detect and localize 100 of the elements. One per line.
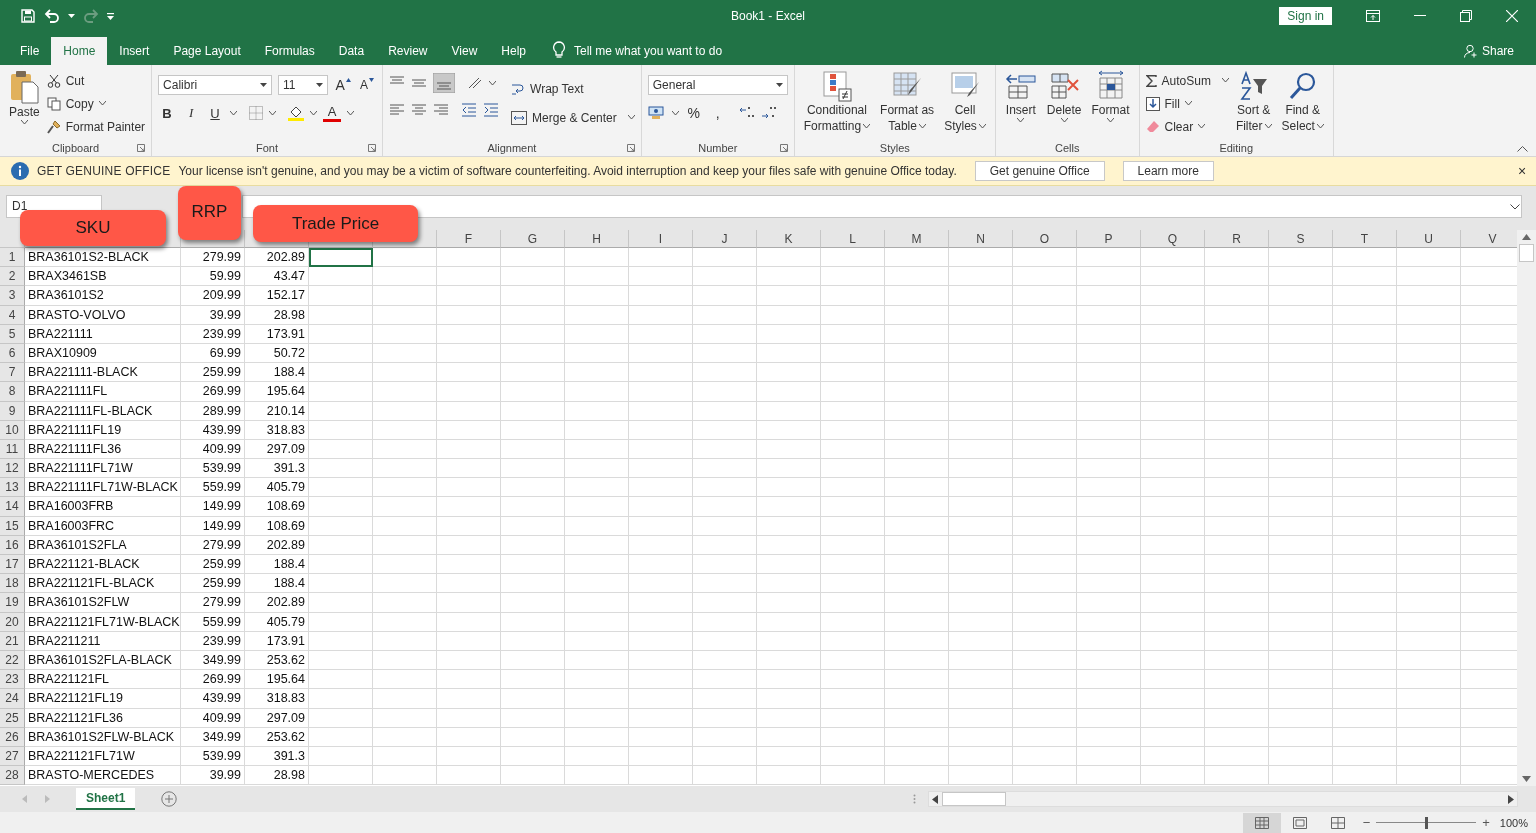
close-icon[interactable] — [1506, 10, 1518, 22]
italic-button[interactable]: I — [182, 103, 201, 123]
column-header[interactable]: I — [629, 230, 693, 248]
row-header[interactable]: 24 — [0, 689, 25, 709]
cells-button[interactable]: Insert — [1001, 69, 1040, 124]
undo-icon[interactable] — [44, 8, 60, 24]
notification-button[interactable]: Learn more — [1122, 161, 1214, 181]
scroll-up-icon[interactable] — [1522, 234, 1531, 240]
notification-button[interactable]: Get genuine Office — [974, 161, 1105, 181]
increase-font-button[interactable]: A — [334, 75, 353, 95]
column-header[interactable]: Q — [1141, 230, 1205, 248]
ribbon-tab[interactable]: File — [8, 37, 52, 65]
column-header[interactable]: N — [949, 230, 1013, 248]
formula-input[interactable] — [242, 195, 1522, 218]
fill-color-icon[interactable] — [288, 105, 305, 121]
scroll-thumb[interactable] — [942, 792, 1006, 806]
share-button[interactable]: Share — [1463, 37, 1514, 65]
row-header[interactable]: 23 — [0, 670, 25, 690]
styles-button[interactable]: Cell Styles — [941, 69, 989, 135]
increase-decimal-icon[interactable] — [738, 106, 755, 120]
underline-button[interactable]: U — [206, 103, 225, 123]
ribbon-tab[interactable]: Review — [376, 37, 440, 65]
dialog-launcher-icon[interactable] — [626, 144, 635, 152]
normal-view-icon[interactable] — [1242, 812, 1281, 833]
align-left-icon[interactable] — [389, 103, 406, 117]
row-header[interactable]: 7 — [0, 363, 25, 383]
clear-button[interactable]: Clear — [1145, 117, 1229, 136]
scroll-thumb[interactable] — [1519, 244, 1534, 262]
row-header[interactable]: 8 — [0, 382, 25, 402]
ribbon-tab[interactable]: Page Layout — [161, 37, 253, 65]
ribbon-tab[interactable]: Formulas — [252, 37, 327, 65]
dialog-launcher-icon[interactable] — [137, 144, 146, 152]
scroll-right-icon[interactable] — [1508, 794, 1514, 804]
ribbon-display-icon[interactable] — [1366, 10, 1380, 22]
align-right-icon[interactable] — [433, 103, 450, 117]
row-header[interactable]: 18 — [0, 574, 25, 594]
expand-formula-icon[interactable] — [1510, 203, 1520, 210]
styles-button[interactable]: Conditional Formatting — [800, 69, 874, 135]
font-size-field[interactable]: 11 — [278, 75, 329, 95]
previous-sheet-icon[interactable] — [22, 795, 27, 803]
cells-button[interactable]: Format — [1088, 69, 1133, 124]
sign-in-button[interactable]: Sign in — [1279, 7, 1332, 25]
dialog-launcher-icon[interactable] — [368, 144, 377, 152]
column-header[interactable]: R — [1205, 230, 1269, 248]
collapse-ribbon-icon[interactable] — [1517, 146, 1528, 152]
align-center-icon[interactable] — [411, 103, 428, 117]
sort-filter-button[interactable]: Sort & Filter — [1232, 69, 1275, 135]
row-header[interactable]: 2 — [0, 267, 25, 287]
restore-icon[interactable] — [1460, 10, 1472, 22]
copy-button[interactable]: Copy — [46, 94, 146, 113]
scroll-left-icon[interactable] — [932, 794, 938, 804]
column-header[interactable]: G — [501, 230, 565, 248]
font-color-button[interactable]: A — [323, 104, 342, 122]
horizontal-scrollbar[interactable] — [928, 791, 1518, 807]
bold-button[interactable]: B — [158, 103, 177, 123]
redo-icon[interactable] — [83, 8, 99, 24]
dialog-launcher-icon[interactable] — [779, 144, 788, 152]
row-header[interactable]: 17 — [0, 555, 25, 575]
next-sheet-icon[interactable] — [45, 795, 50, 803]
add-sheet-icon[interactable] — [161, 791, 178, 807]
decrease-decimal-icon[interactable] — [760, 106, 777, 120]
font-name-field[interactable]: Calibri — [158, 75, 273, 95]
column-header[interactable]: U — [1397, 230, 1461, 248]
align-middle-icon[interactable] — [411, 76, 428, 90]
column-header[interactable]: T — [1333, 230, 1397, 248]
column-header[interactable]: K — [757, 230, 821, 248]
caret-icon[interactable] — [489, 80, 497, 86]
row-header[interactable]: 28 — [0, 766, 25, 786]
caret-icon[interactable] — [68, 13, 75, 19]
row-header[interactable]: 12 — [0, 459, 25, 479]
column-header[interactable]: L — [821, 230, 885, 248]
close-button[interactable]: × — [1508, 163, 1536, 179]
styles-button[interactable]: Format as Table — [877, 69, 938, 135]
row-header[interactable]: 3 — [0, 286, 25, 306]
row-header[interactable]: 1 — [0, 248, 25, 268]
ribbon-tab[interactable]: Data — [326, 37, 377, 65]
ribbon-tab[interactable]: View — [439, 37, 490, 65]
minimize-icon[interactable] — [1414, 15, 1426, 17]
row-header[interactable]: 14 — [0, 497, 25, 517]
zoom-in-button[interactable]: + — [1482, 815, 1490, 830]
scroll-down-icon[interactable] — [1522, 776, 1531, 782]
caret-icon[interactable] — [269, 110, 277, 116]
caret-icon[interactable] — [671, 110, 679, 116]
align-bottom-icon[interactable] — [433, 73, 456, 93]
cut-button[interactable]: Cut — [46, 71, 146, 90]
increase-indent-icon[interactable] — [483, 103, 500, 117]
column-header[interactable]: O — [1013, 230, 1077, 248]
wrap-text-button[interactable]: Wrap Text — [511, 79, 635, 98]
customize-icon[interactable] — [107, 12, 114, 20]
save-icon[interactable] — [20, 8, 36, 24]
caret-icon[interactable] — [230, 110, 238, 116]
borders-icon[interactable] — [249, 106, 264, 120]
merge-center-button[interactable]: Merge & Center — [511, 108, 635, 127]
find-select-button[interactable]: Find & Select — [1278, 69, 1327, 135]
row-header[interactable]: 13 — [0, 478, 25, 498]
row-header[interactable]: 19 — [0, 593, 25, 613]
fill-button[interactable]: Fill — [1145, 94, 1229, 113]
splitter-icon[interactable] — [913, 794, 916, 804]
ribbon-tab[interactable]: Help — [489, 37, 538, 65]
vertical-scrollbar[interactable] — [1517, 230, 1536, 786]
